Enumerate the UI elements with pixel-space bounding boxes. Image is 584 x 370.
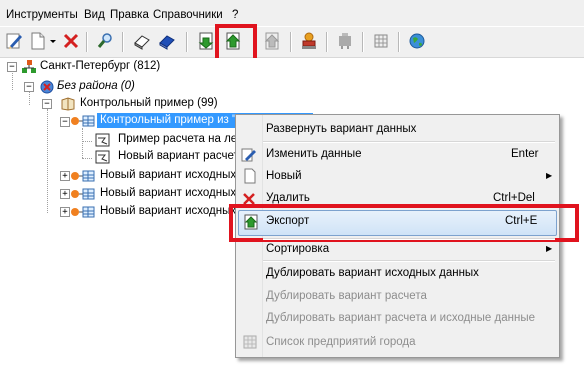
tree-line [82, 128, 83, 158]
menu-edit[interactable]: Правка [110, 9, 149, 21]
menu-item-duplicate-calc-source[interactable]: Дублировать вариант расчета и исходные д… [266, 312, 535, 324]
edit-pencil-icon[interactable] [3, 30, 25, 52]
tree-node-source-2[interactable]: Новый вариант исходных д [100, 187, 246, 199]
menu-item-sort[interactable]: Сортировка [266, 243, 329, 255]
tool-gray-icon[interactable] [334, 30, 356, 52]
tree-line [47, 109, 48, 213]
tree-node-district[interactable]: Без района (0) [57, 80, 135, 92]
menu-bar: Инструменты Вид Правка Справочники ? [0, 0, 584, 26]
menu-view[interactable]: Вид [84, 9, 105, 21]
tree-line [12, 70, 13, 90]
expand-toggle[interactable]: + [60, 189, 70, 199]
delete-x-icon [241, 191, 257, 205]
collapse-toggle[interactable]: − [42, 99, 52, 109]
expand-toggle[interactable]: + [60, 207, 70, 217]
calc-icon [95, 150, 111, 164]
tree-node-source-1[interactable]: Новый вариант исходных д [100, 169, 246, 181]
tree-line [29, 90, 30, 105]
new-document-icon [242, 168, 258, 184]
example-icon [60, 97, 76, 111]
grid-icon[interactable] [370, 30, 392, 52]
source-data-icon [70, 187, 95, 201]
menu-help[interactable]: ? [232, 9, 238, 21]
globe-icon[interactable] [406, 30, 428, 52]
dropdown-arrow-icon[interactable] [48, 30, 58, 52]
tree-node-calc-2[interactable]: Новый вариант расчет [118, 150, 239, 162]
menu-tools[interactable]: Инструменты [6, 9, 78, 21]
shortcut-edit: Enter [511, 148, 539, 160]
tree-line [82, 158, 92, 159]
menu-separator [263, 141, 555, 143]
menu-references[interactable]: Справочники [153, 9, 223, 21]
tree-node-example[interactable]: Контрольный пример (99) [80, 97, 218, 109]
collapse-toggle[interactable]: − [24, 82, 34, 92]
city-icon [21, 60, 37, 74]
delete-x-icon[interactable] [60, 30, 82, 52]
source-data-icon [70, 114, 95, 128]
expand-toggle[interactable]: + [60, 171, 70, 181]
source-data-icon [70, 169, 95, 183]
toolbar-separator [290, 32, 292, 52]
menu-item-expand[interactable]: Развернуть вариант данных [266, 123, 416, 135]
tree-node-source-3[interactable]: Новый вариант исходных д [100, 205, 246, 217]
tree-node-calc-1[interactable]: Пример расчета на лет [118, 133, 242, 145]
menu-item-duplicate-source[interactable]: Дублировать вариант исходных данных [266, 267, 479, 279]
export-gray-icon[interactable] [261, 30, 283, 52]
tree-line [82, 141, 92, 142]
stamp-icon[interactable] [298, 30, 320, 52]
grid-icon [242, 334, 258, 349]
eraser-blue-icon[interactable] [156, 30, 178, 52]
menu-separator [263, 238, 555, 240]
shortcut-delete: Ctrl+Del [493, 192, 535, 204]
collapse-toggle[interactable]: − [7, 62, 17, 72]
source-data-icon [70, 205, 95, 219]
toolbar [0, 27, 584, 58]
toolbar-separator [86, 32, 88, 52]
tree-node-city[interactable]: Санкт-Петербург (812) [40, 60, 160, 72]
import-icon[interactable] [195, 30, 217, 52]
submenu-arrow-icon: ▶ [546, 171, 553, 180]
menu-item-new[interactable]: Новый [266, 170, 302, 182]
find-icon[interactable] [94, 30, 116, 52]
new-document-icon[interactable] [27, 30, 49, 52]
menu-item-edit[interactable]: Изменить данные [266, 148, 362, 160]
menu-item-duplicate-calc[interactable]: Дублировать вариант расчета [266, 290, 427, 302]
menu-item-city-list[interactable]: Список предприятий города [266, 336, 416, 348]
edit-pencil-icon [241, 147, 257, 162]
submenu-arrow-icon: ▶ [546, 244, 553, 253]
toolbar-separator [398, 32, 400, 52]
toolbar-separator [186, 32, 188, 52]
menu-separator [263, 260, 555, 262]
toolbar-separator [122, 32, 124, 52]
calc-icon [95, 133, 111, 147]
export-menu-highlight [229, 204, 579, 242]
toolbar-separator [362, 32, 364, 52]
eraser-icon[interactable] [131, 30, 153, 52]
district-icon [39, 80, 55, 94]
toolbar-separator [326, 32, 328, 52]
menu-item-delete[interactable]: Удалить [266, 192, 310, 204]
collapse-toggle[interactable]: − [60, 117, 70, 127]
